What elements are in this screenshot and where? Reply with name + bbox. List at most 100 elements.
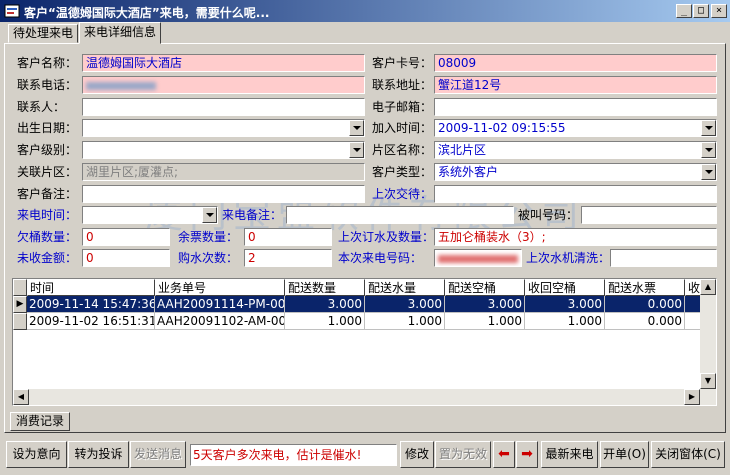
birthday-dropdown[interactable] — [82, 119, 365, 137]
birthday-label: 出生日期： — [17, 121, 78, 135]
join-time-label: 加入时间： — [372, 121, 433, 135]
email-field[interactable] — [434, 98, 717, 116]
contact-field[interactable] — [82, 98, 365, 116]
transfer-complaint-button[interactable]: 转为投诉 — [68, 441, 129, 468]
tab-call-details[interactable]: 来电详细信息 — [79, 22, 162, 44]
send-message-button[interactable]: 发送消息 — [130, 441, 186, 468]
customer-card-field[interactable]: 08009 — [434, 54, 717, 72]
chevron-down-icon[interactable] — [202, 207, 217, 223]
col-header-return[interactable]: 收回 — [685, 279, 701, 296]
set-intention-button[interactable]: 设为意向 — [6, 441, 67, 468]
cell-delivery-water: 3.000 — [365, 296, 445, 313]
redacted-phone — [86, 81, 156, 90]
last-clean-field[interactable] — [610, 249, 717, 267]
level-dropdown[interactable] — [82, 141, 365, 159]
last-order-field[interactable]: 五加仑桶装水（3）; — [434, 228, 717, 246]
scroll-right-icon[interactable]: ▶ — [684, 389, 700, 405]
related-area-label: 关联片区： — [17, 165, 78, 179]
close-window-button[interactable]: 关闭窗体(C) — [651, 441, 725, 468]
scroll-down-icon[interactable]: ▼ — [700, 373, 716, 389]
called-number-field[interactable] — [581, 206, 717, 224]
scroll-up-icon[interactable]: ▲ — [700, 279, 716, 295]
area-dropdown[interactable]: 滨北片区 — [434, 141, 717, 159]
phone-label: 联系电话： — [17, 78, 78, 92]
cell-delivery-ticket: 0.000 — [605, 296, 685, 313]
previous-button[interactable]: ⬅ — [493, 441, 515, 468]
last-handover-label: 上次交待： — [372, 187, 433, 201]
notice-marquee: 5天客户多次来电，估计是催水! — [190, 444, 397, 466]
owed-buckets-label: 欠桶数量： — [17, 230, 78, 244]
cell-return — [685, 296, 701, 313]
area-label: 片区名称： — [372, 143, 433, 157]
window-title: 客户“温德姆国际大酒店”来电，需要什么呢... — [24, 6, 270, 20]
latest-call-button[interactable]: 最新来电 — [541, 441, 598, 468]
grid-corner — [13, 279, 27, 296]
current-number-label: 本次来电号码： — [338, 251, 423, 265]
col-header-delivery-empty[interactable]: 配送空桶 — [445, 279, 525, 296]
last-handover-field[interactable] — [434, 185, 717, 203]
contact-label: 联系人： — [17, 100, 66, 114]
col-header-time[interactable]: 时间 — [27, 279, 155, 296]
remaining-tickets-field[interactable]: 0 — [244, 228, 332, 246]
remark-field[interactable] — [82, 185, 365, 203]
cell-delivery-qty: 3.000 — [285, 296, 365, 313]
join-time-dropdown[interactable]: 2009-11-02 09:15:55 — [434, 119, 717, 137]
cell-delivery-water: 1.000 — [365, 313, 445, 330]
next-button[interactable]: ➡ — [516, 441, 538, 468]
call-remark-field[interactable] — [286, 206, 514, 224]
cell-return-empty: 3.000 — [525, 296, 605, 313]
horizontal-scrollbar[interactable]: ◀ ▶ — [13, 389, 716, 405]
cell-order-no: AAH20091114-PM-0088 — [155, 296, 285, 313]
col-header-delivery-qty[interactable]: 配送数量 — [285, 279, 365, 296]
unpaid-field[interactable]: 0 — [82, 249, 170, 267]
chevron-down-icon[interactable] — [701, 120, 716, 136]
chevron-down-icon[interactable] — [349, 142, 364, 158]
address-field[interactable]: 蟹江道12号 — [434, 76, 717, 94]
scroll-left-icon[interactable]: ◀ — [13, 389, 29, 405]
current-number-field[interactable] — [434, 249, 522, 267]
cell-delivery-ticket: 0.000 — [605, 313, 685, 330]
set-invalid-button[interactable]: 置为无效 — [435, 441, 491, 468]
chevron-down-icon[interactable] — [701, 142, 716, 158]
call-time-dropdown[interactable] — [82, 206, 218, 224]
minimize-icon[interactable]: _ — [676, 4, 692, 18]
cell-delivery-qty: 1.000 — [285, 313, 365, 330]
app-icon — [4, 4, 20, 18]
consumption-grid[interactable]: 时间 业务单号 配送数量 配送水量 配送空桶 收回空桶 配送水票 收回 ▶ 20… — [12, 278, 717, 406]
purchase-count-label: 购水次数： — [178, 251, 239, 265]
cell-return — [685, 313, 701, 330]
cell-time: 2009-11-02 16:51:31 — [27, 313, 155, 330]
arrow-right-icon: ➡ — [521, 446, 533, 462]
owed-buckets-field[interactable]: 0 — [82, 228, 170, 246]
row-pointer-icon: ▶ — [13, 296, 27, 313]
phone-field[interactable] — [82, 76, 365, 94]
tab-pending-calls[interactable]: 待处理来电 — [8, 24, 79, 43]
row-selector — [13, 313, 27, 330]
col-header-delivery-ticket[interactable]: 配送水票 — [605, 279, 685, 296]
customer-name-label: 客户名称： — [17, 56, 78, 70]
cell-delivery-empty: 1.000 — [445, 313, 525, 330]
tab-consumption-records[interactable]: 消费记录 — [10, 412, 71, 431]
customer-type-dropdown[interactable]: 系统外客户 — [434, 163, 717, 181]
call-remark-label: 来电备注： — [222, 208, 283, 222]
last-order-label: 上次订水及数量： — [338, 230, 435, 244]
close-icon[interactable]: × — [711, 4, 727, 18]
vertical-scrollbar[interactable]: ▲ ▼ — [700, 279, 716, 389]
related-area-field: 湖里片区;厦灌点; — [82, 163, 365, 181]
open-order-button[interactable]: 开单(O) — [600, 441, 649, 468]
customer-name-field[interactable]: 温德姆国际大酒店 — [82, 54, 365, 72]
col-header-order-no[interactable]: 业务单号 — [155, 279, 285, 296]
col-header-return-empty[interactable]: 收回空桶 — [525, 279, 605, 296]
maximize-icon[interactable]: □ — [693, 4, 709, 18]
table-row[interactable]: 2009-11-02 16:51:31 AAH20091102-AM-0066 … — [13, 313, 701, 330]
call-time-label: 来电时间： — [17, 208, 78, 222]
chevron-down-icon[interactable] — [701, 164, 716, 180]
modify-button[interactable]: 修改 — [400, 441, 434, 468]
col-header-delivery-water[interactable]: 配送水量 — [365, 279, 445, 296]
table-row[interactable]: ▶ 2009-11-14 15:47:36 AAH20091114-PM-008… — [13, 296, 701, 313]
purchase-count-field[interactable]: 2 — [244, 249, 332, 267]
chevron-down-icon[interactable] — [349, 120, 364, 136]
customer-type-label: 客户类型： — [372, 165, 433, 179]
cell-time: 2009-11-14 15:47:36 — [27, 296, 155, 313]
cell-delivery-empty: 3.000 — [445, 296, 525, 313]
